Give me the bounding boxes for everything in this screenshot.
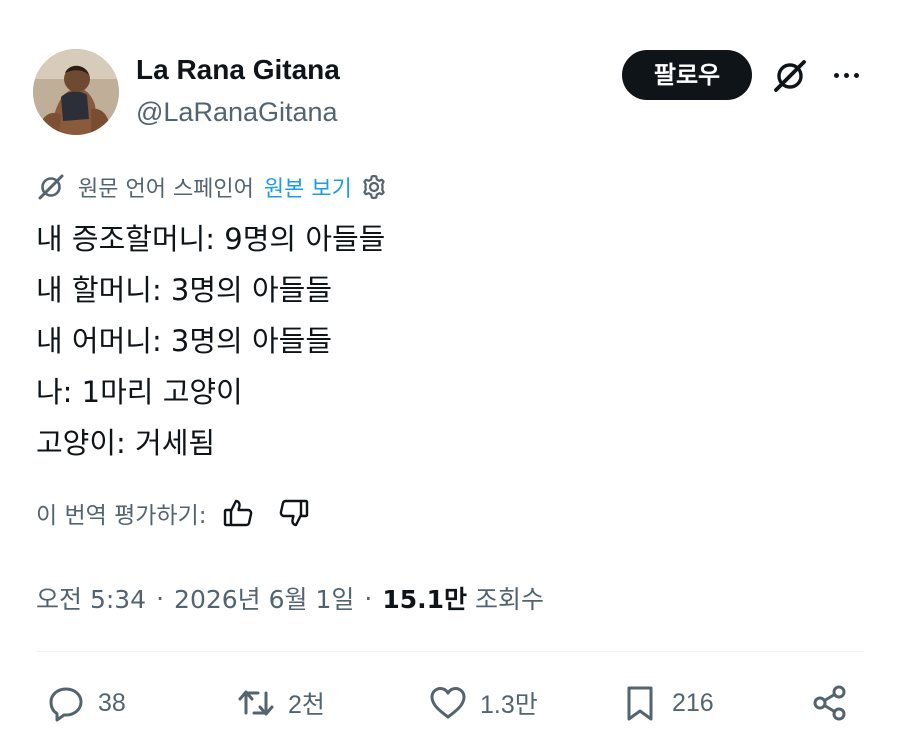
tweet-time[interactable]: 오전 5:34 bbox=[36, 580, 146, 616]
meta-separator: · bbox=[156, 583, 165, 613]
views-label: 조회수 bbox=[475, 585, 545, 614]
grok-icon[interactable] bbox=[770, 56, 810, 96]
views-count[interactable]: 15.1만 bbox=[382, 580, 467, 616]
like-button[interactable]: 1.3만 bbox=[428, 682, 538, 724]
meta-separator: · bbox=[364, 583, 373, 613]
gear-icon[interactable] bbox=[360, 173, 388, 201]
avatar-image bbox=[33, 49, 119, 135]
more-dot bbox=[843, 72, 849, 78]
tweet-meta: 오전 5:34 · 2026년 6월 1일 · 15.1만 조회수 bbox=[36, 578, 544, 618]
translation-row: 원문 언어 스페인어 원본 보기 bbox=[36, 170, 388, 204]
tweet-line: 내 증조할머니: 9명의 아들들 bbox=[36, 222, 386, 256]
tweet-line: 나: 1마리 고양이 bbox=[36, 375, 243, 409]
more-dot bbox=[853, 72, 859, 78]
avatar[interactable] bbox=[33, 49, 119, 135]
translation-note: 원문 언어 스페인어 bbox=[78, 177, 254, 202]
reply-count: 38 bbox=[98, 688, 126, 717]
more-icon[interactable] bbox=[826, 60, 866, 90]
retweet-count: 2천 bbox=[288, 691, 325, 719]
thumbs-down-icon[interactable] bbox=[277, 496, 311, 530]
tweet-line: 내 어머니: 3명의 아들들 bbox=[36, 324, 332, 358]
share-button[interactable] bbox=[810, 682, 850, 724]
reply-button[interactable]: 38 bbox=[46, 682, 126, 724]
heart-icon bbox=[430, 687, 466, 719]
retweet-icon bbox=[238, 690, 274, 716]
grok-translate-icon bbox=[38, 174, 64, 200]
reply-icon bbox=[49, 687, 83, 722]
thumbs-up-icon[interactable] bbox=[221, 496, 255, 530]
follow-button[interactable]: 팔로우 bbox=[622, 50, 752, 100]
tweet-date[interactable]: 2026년 6월 1일 bbox=[174, 580, 354, 616]
bookmark-icon bbox=[627, 686, 653, 721]
bookmark-button[interactable]: 216 bbox=[620, 682, 714, 724]
retweet-button[interactable]: 2천 bbox=[236, 682, 325, 724]
rate-translation-label: 이 번역 평가하기: bbox=[36, 503, 207, 529]
like-count: 1.3만 bbox=[480, 691, 538, 719]
tweet-line: 고양이: 거세됨 bbox=[36, 426, 216, 460]
more-dot bbox=[833, 72, 839, 78]
divider bbox=[36, 651, 864, 652]
tweet-text: 내 증조할머니: 9명의 아들들 내 할머니: 3명의 아들들 내 어머니: 3… bbox=[36, 214, 385, 469]
rate-translation-row: 이 번역 평가하기: bbox=[36, 495, 311, 531]
author-name[interactable]: La Rana Gitana bbox=[136, 52, 340, 88]
show-original-link[interactable]: 원본 보기 bbox=[264, 171, 352, 203]
author-handle[interactable]: @LaRanaGitana bbox=[136, 94, 338, 130]
bookmark-count: 216 bbox=[672, 688, 714, 717]
tweet-line: 내 할머니: 3명의 아들들 bbox=[36, 273, 332, 307]
share-icon bbox=[813, 685, 846, 721]
